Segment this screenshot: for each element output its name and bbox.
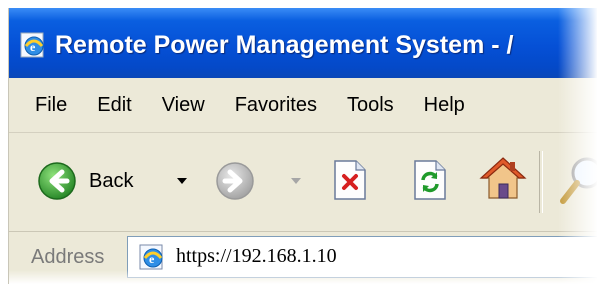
- address-bar: Address e https://192.168.1.10: [9, 232, 597, 284]
- ie-page-icon: e: [20, 32, 44, 58]
- menu-bar: File Edit View Favorites Tools Help: [9, 78, 597, 133]
- menu-favorites[interactable]: Favorites: [235, 94, 317, 117]
- menu-view[interactable]: View: [162, 94, 205, 117]
- menu-file[interactable]: File: [35, 94, 67, 117]
- address-url[interactable]: https://192.168.1.10: [176, 245, 337, 268]
- menu-tools[interactable]: Tools: [347, 94, 394, 117]
- search-icon[interactable]: [557, 153, 597, 207]
- svg-text:e: e: [30, 40, 36, 54]
- refresh-icon[interactable]: [412, 158, 448, 202]
- home-icon[interactable]: [479, 155, 527, 203]
- address-label: Address: [31, 246, 105, 268]
- forward-dropdown-arrow-icon[interactable]: [291, 178, 301, 184]
- address-input[interactable]: e https://192.168.1.10: [127, 236, 597, 278]
- back-button-label[interactable]: Back: [89, 170, 133, 193]
- menu-help[interactable]: Help: [424, 94, 465, 117]
- toolbar-separator: [539, 151, 543, 213]
- window-title: Remote Power Management System - /: [55, 30, 514, 59]
- back-dropdown-arrow-icon[interactable]: [177, 178, 187, 184]
- menu-edit[interactable]: Edit: [97, 94, 131, 117]
- browser-window: e Remote Power Management System - / Fil…: [8, 8, 597, 284]
- standard-toolbar: Back: [9, 133, 597, 232]
- stop-icon[interactable]: [332, 158, 368, 202]
- back-arrow-icon[interactable]: [37, 161, 77, 201]
- ie-page-icon: e: [139, 244, 163, 270]
- title-bar: e Remote Power Management System - /: [9, 8, 597, 78]
- forward-arrow-icon[interactable]: [215, 161, 255, 201]
- svg-text:e: e: [149, 252, 155, 266]
